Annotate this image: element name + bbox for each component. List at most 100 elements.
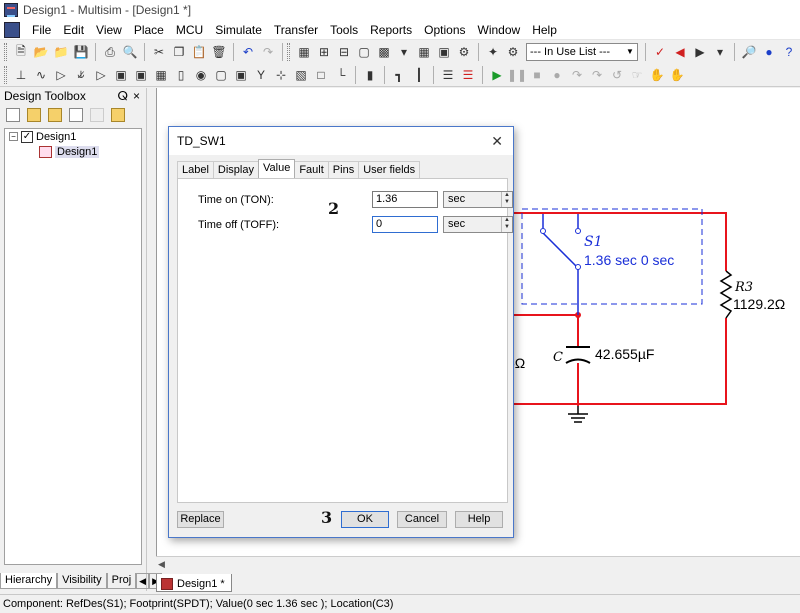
check-icon[interactable]: ✓ xyxy=(651,43,669,61)
tab-hierarchy[interactable]: Hierarchy xyxy=(0,573,58,589)
ok-button[interactable]: OK xyxy=(341,511,389,528)
remove-breakpoints-icon[interactable]: ✋ xyxy=(668,66,686,84)
place-diode-icon[interactable]: ▷ xyxy=(52,66,70,84)
place-rf-icon[interactable]: Y xyxy=(252,66,270,84)
toolbar-grip[interactable] xyxy=(4,65,7,84)
database-icon[interactable]: ▣ xyxy=(435,43,453,61)
place-misc-icon[interactable]: ▣ xyxy=(232,66,250,84)
menu-options[interactable]: Options xyxy=(418,21,471,39)
resistor-r3[interactable]: R3 1129.2Ω xyxy=(719,270,785,319)
print-icon[interactable]: ⎙ xyxy=(101,43,119,61)
checkbox-icon[interactable]: ✓ xyxy=(21,130,33,143)
spreadsheet-icon[interactable]: ▦ xyxy=(415,43,433,61)
toolbar-grip[interactable] xyxy=(4,43,7,61)
tab-pins[interactable]: Pins xyxy=(327,161,360,178)
tab-user-fields[interactable]: User fields xyxy=(358,161,421,178)
pause-simulation-icon[interactable]: ❚❚ xyxy=(507,66,527,84)
zoom-area-icon[interactable]: ▢ xyxy=(355,43,373,61)
save-design-icon[interactable] xyxy=(48,108,62,122)
run-to-cursor-icon[interactable]: ☞ xyxy=(628,66,646,84)
place-indicator-icon[interactable]: ◉ xyxy=(192,66,210,84)
menu-file[interactable]: File xyxy=(26,21,57,39)
menu-place[interactable]: Place xyxy=(128,21,170,39)
probe-icon[interactable]: ▮ xyxy=(361,66,379,84)
cancel-button[interactable]: Cancel xyxy=(397,511,447,528)
place-ttl-icon[interactable]: ▣ xyxy=(112,66,130,84)
open-icon[interactable]: 📂 xyxy=(32,43,50,61)
place-mcu-icon[interactable]: ▧ xyxy=(292,66,310,84)
toggle-breakpoint-icon[interactable]: ✋ xyxy=(648,66,666,84)
tree-expander-icon[interactable]: − xyxy=(9,132,18,141)
time-on-unit-spinner[interactable]: sec ▲ ▼ xyxy=(443,191,513,208)
menu-window[interactable]: Window xyxy=(472,21,527,39)
step-icon[interactable]: ↷ xyxy=(568,66,586,84)
open-design-icon[interactable] xyxy=(27,108,41,122)
zoom-in-icon[interactable]: ⊞ xyxy=(315,43,333,61)
menu-edit[interactable]: Edit xyxy=(57,21,90,39)
replace-button[interactable]: Replace xyxy=(177,511,224,528)
toolbar-grip[interactable] xyxy=(287,43,290,61)
ground-symbol[interactable] xyxy=(568,406,588,423)
new-icon[interactable]: 🗎 xyxy=(12,43,30,61)
spin-arrows-icon[interactable]: ▲ ▼ xyxy=(501,192,512,207)
help-button[interactable]: Help xyxy=(455,511,503,528)
in-use-list-dropdown[interactable]: --- In Use List --- ▼ xyxy=(526,43,638,61)
help-icon[interactable]: ? xyxy=(780,43,798,61)
close-icon[interactable]: ✕ xyxy=(491,127,503,155)
place-basic-icon[interactable]: ∿ xyxy=(32,66,50,84)
component-wizard-icon[interactable]: ⚙ xyxy=(455,43,473,61)
place-misc-digital-icon[interactable]: ▦ xyxy=(152,66,170,84)
menu-simulate[interactable]: Simulate xyxy=(209,21,268,39)
tab-visibility[interactable]: Visibility xyxy=(57,573,107,589)
paste-icon[interactable]: 📋 xyxy=(190,43,208,61)
tab-fault[interactable]: Fault xyxy=(294,161,329,178)
hierarchical-connector-icon[interactable]: ┃ xyxy=(410,66,428,84)
place-transistor-icon[interactable]: ⫝̸ xyxy=(72,66,90,84)
run-simulation-icon[interactable]: ▶ xyxy=(488,66,506,84)
bus-connector-icon[interactable]: ┓ xyxy=(390,66,408,84)
new-design-icon[interactable] xyxy=(6,108,20,122)
stop-simulation-icon[interactable]: ■ xyxy=(528,66,546,84)
back-annotate-icon[interactable]: ◀ xyxy=(671,43,689,61)
zoom-sheet-icon[interactable]: ▩ xyxy=(375,43,393,61)
place-mixed-icon[interactable]: ▯ xyxy=(172,66,190,84)
step-out-icon[interactable]: ↺ xyxy=(608,66,626,84)
menu-reports[interactable]: Reports xyxy=(364,21,418,39)
pin-icon[interactable]: ⵕ xyxy=(117,88,128,104)
close-design-icon[interactable] xyxy=(69,108,83,122)
step-over-icon[interactable]: ↷ xyxy=(588,66,606,84)
globe-icon[interactable]: ● xyxy=(760,43,778,61)
place-hierarchical-icon[interactable]: □ xyxy=(312,66,330,84)
menu-transfer[interactable]: Transfer xyxy=(268,21,324,39)
show-border-icon[interactable]: ☰ xyxy=(459,66,477,84)
tab-display[interactable]: Display xyxy=(212,161,259,178)
switch-s1[interactable]: S1 1.36 sec 0 sec xyxy=(521,208,703,315)
close-icon[interactable]: × xyxy=(133,88,140,104)
dropdown-arrow-icon[interactable]: ▾ xyxy=(395,43,413,61)
menu-tools[interactable]: Tools xyxy=(324,21,364,39)
postprocessor-icon[interactable]: ✦ xyxy=(484,43,502,61)
delete-icon[interactable]: 🗑 xyxy=(210,43,228,61)
properties-icon[interactable] xyxy=(111,108,125,122)
save-icon[interactable]: 💾 xyxy=(72,43,90,61)
open-sample-icon[interactable]: 📁 xyxy=(52,43,70,61)
horizontal-scrollbar[interactable]: ◀ xyxy=(156,556,800,573)
record-icon[interactable]: ● xyxy=(548,66,566,84)
toggle-grid-icon[interactable]: ☰ xyxy=(439,66,457,84)
tree-item-child[interactable]: Design1 xyxy=(5,144,141,159)
scroll-left-icon[interactable]: ◀ xyxy=(158,559,165,570)
tab-project-view[interactable]: Proj xyxy=(106,573,137,589)
zoom-out-icon[interactable]: ⊟ xyxy=(335,43,353,61)
tab-design1[interactable]: Design1 * xyxy=(156,574,232,592)
undo-icon[interactable]: ↶ xyxy=(239,43,257,61)
place-power-icon[interactable]: ▢ xyxy=(212,66,230,84)
tree-item-root[interactable]: − ✓ Design1 xyxy=(5,129,141,144)
spin-arrows-icon[interactable]: ▲ ▼ xyxy=(501,217,512,232)
place-cmos-icon[interactable]: ▣ xyxy=(132,66,150,84)
find-icon[interactable]: 🔎 xyxy=(740,43,758,61)
forward-annotate-icon[interactable]: ▶ xyxy=(691,43,709,61)
dropdown-arrow-icon[interactable]: ▾ xyxy=(711,43,729,61)
electrical-rules-icon[interactable]: ⚙ xyxy=(504,43,522,61)
menu-view[interactable]: View xyxy=(90,21,128,39)
document-menu-icon[interactable] xyxy=(4,21,20,38)
